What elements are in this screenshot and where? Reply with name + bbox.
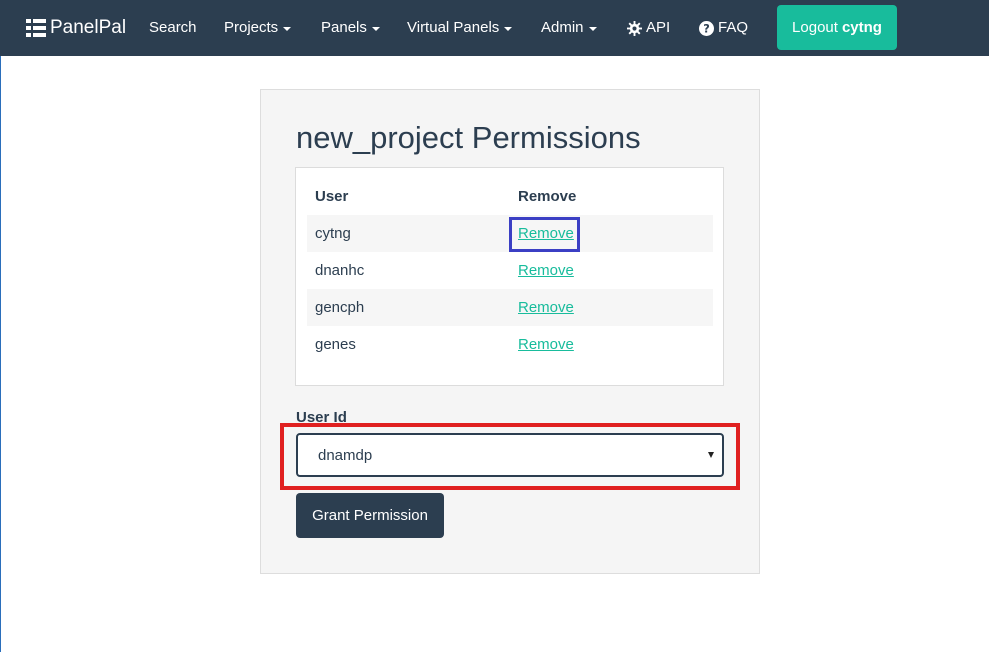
table-header-remove: Remove — [518, 188, 577, 205]
user-cell: gencph — [315, 299, 365, 316]
page-title: new_project Permissions — [296, 120, 641, 155]
nav-projects-dropdown[interactable]: Projects — [224, 18, 292, 38]
table-list-icon — [26, 19, 46, 37]
caret-down-icon — [371, 27, 380, 31]
table-header-user: User — [315, 188, 349, 205]
brand-label: PanelPal — [50, 17, 127, 38]
user-cell: genes — [315, 336, 356, 353]
nav-api-label: API — [646, 19, 671, 36]
logout-username: cytng — [841, 19, 882, 36]
caret-down-icon — [504, 27, 513, 31]
table-row: gencph Remove — [307, 289, 713, 326]
page-edge — [0, 0, 1, 652]
table-row: genes Remove — [307, 326, 713, 363]
logout-label: Logout — [792, 19, 838, 36]
brand-link[interactable]: PanelPal — [26, 16, 126, 40]
nav-virtual-panels-label: Virtual Panels — [407, 19, 500, 36]
user-id-selected-value: dnamdp — [318, 447, 373, 464]
grant-permission-button[interactable]: Grant Permission — [296, 493, 444, 538]
caret-down-icon — [588, 27, 597, 31]
navbar: PanelPal Search Projects Panels Virtual … — [0, 0, 989, 56]
nav-virtual-panels-dropdown[interactable]: Virtual Panels — [407, 18, 513, 38]
logout-button[interactable]: Logout cytng — [777, 5, 897, 50]
chevron-down-icon — [708, 452, 714, 458]
nav-panels-label: Panels — [321, 19, 367, 36]
nav-panels-dropdown[interactable]: Panels — [321, 18, 380, 38]
remove-link[interactable]: Remove — [518, 262, 574, 279]
svg-text:?: ? — [703, 22, 710, 35]
nav-admin-dropdown[interactable]: Admin — [541, 18, 597, 38]
nav-faq[interactable]: ? FAQ — [699, 18, 748, 38]
remove-link[interactable]: Remove — [518, 336, 574, 353]
nav-admin-label: Admin — [541, 19, 584, 36]
question-circle-icon: ? — [699, 20, 714, 36]
nav-api[interactable]: API — [627, 18, 670, 38]
caret-down-icon — [283, 27, 292, 31]
nav-projects-label: Projects — [224, 19, 279, 36]
table-row: dnanhc Remove — [307, 252, 713, 289]
nav-faq-label: FAQ — [718, 19, 749, 36]
gear-icon — [627, 20, 642, 36]
nav-search-label: Search — [149, 19, 197, 36]
user-id-select[interactable]: dnamdp — [296, 433, 724, 477]
remove-link[interactable]: Remove — [518, 299, 574, 316]
remove-link[interactable]: Remove — [518, 225, 574, 242]
nav-search[interactable]: Search — [149, 18, 197, 38]
user-cell: dnanhc — [315, 262, 365, 279]
user-cell: cytng — [315, 225, 351, 242]
table-row: cytng Remove — [307, 215, 713, 252]
user-id-label: User Id — [296, 409, 347, 426]
